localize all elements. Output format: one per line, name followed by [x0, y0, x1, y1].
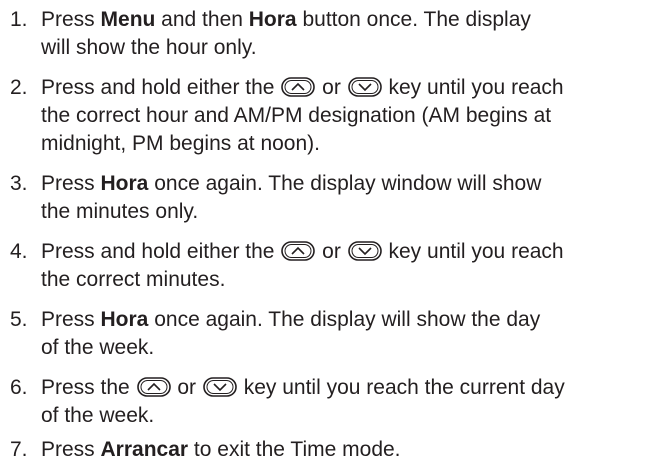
step-line: Press Hora once again. The display windo… — [41, 172, 542, 195]
step-number: 7. — [10, 438, 28, 461]
step-line: Press and hold either the or key until y… — [41, 76, 564, 99]
hora-button-label: Hora — [100, 308, 149, 331]
step-line: Press Menu and then Hora button once. Th… — [41, 8, 531, 31]
step-number: 5. — [10, 308, 28, 331]
step-line: Press Arrancar to exit the Time mode. — [41, 438, 401, 461]
up-arrow-key-icon — [281, 77, 316, 97]
step-line: the correct minutes. — [41, 268, 226, 291]
instruction-list: 1. Press Menu and then Hora button once.… — [0, 0, 650, 470]
down-arrow-key-icon — [203, 377, 237, 397]
step-line: the minutes only. — [41, 200, 199, 223]
up-arrow-key-icon — [281, 241, 316, 261]
arrancar-button-label: Arrancar — [100, 438, 189, 461]
down-arrow-key-icon — [347, 77, 382, 97]
step-number: 2. — [10, 76, 28, 99]
menu-button-label: Menu — [100, 8, 156, 31]
step-line: Press the or key until you reach the cur… — [41, 376, 565, 399]
step-line: midnight, PM begins at noon). — [41, 132, 320, 155]
step-number: 3. — [10, 172, 28, 195]
hora-button-label: Hora — [248, 8, 297, 31]
step-line: Press Hora once again. The display will … — [41, 308, 541, 331]
down-arrow-key-icon — [347, 241, 382, 261]
up-arrow-key-icon — [136, 377, 171, 397]
step-line: the correct hour and AM/PM designation (… — [41, 104, 552, 127]
step-number: 6. — [10, 376, 28, 399]
step-number: 1. — [10, 8, 28, 31]
step-line: of the week. — [41, 336, 155, 359]
step-number: 4. — [10, 240, 28, 263]
step-line: will show the hour only. — [41, 36, 257, 59]
step-line: Press and hold either the or key until y… — [41, 240, 564, 263]
step-line: of the week. — [41, 404, 155, 427]
hora-button-label: Hora — [100, 172, 149, 195]
